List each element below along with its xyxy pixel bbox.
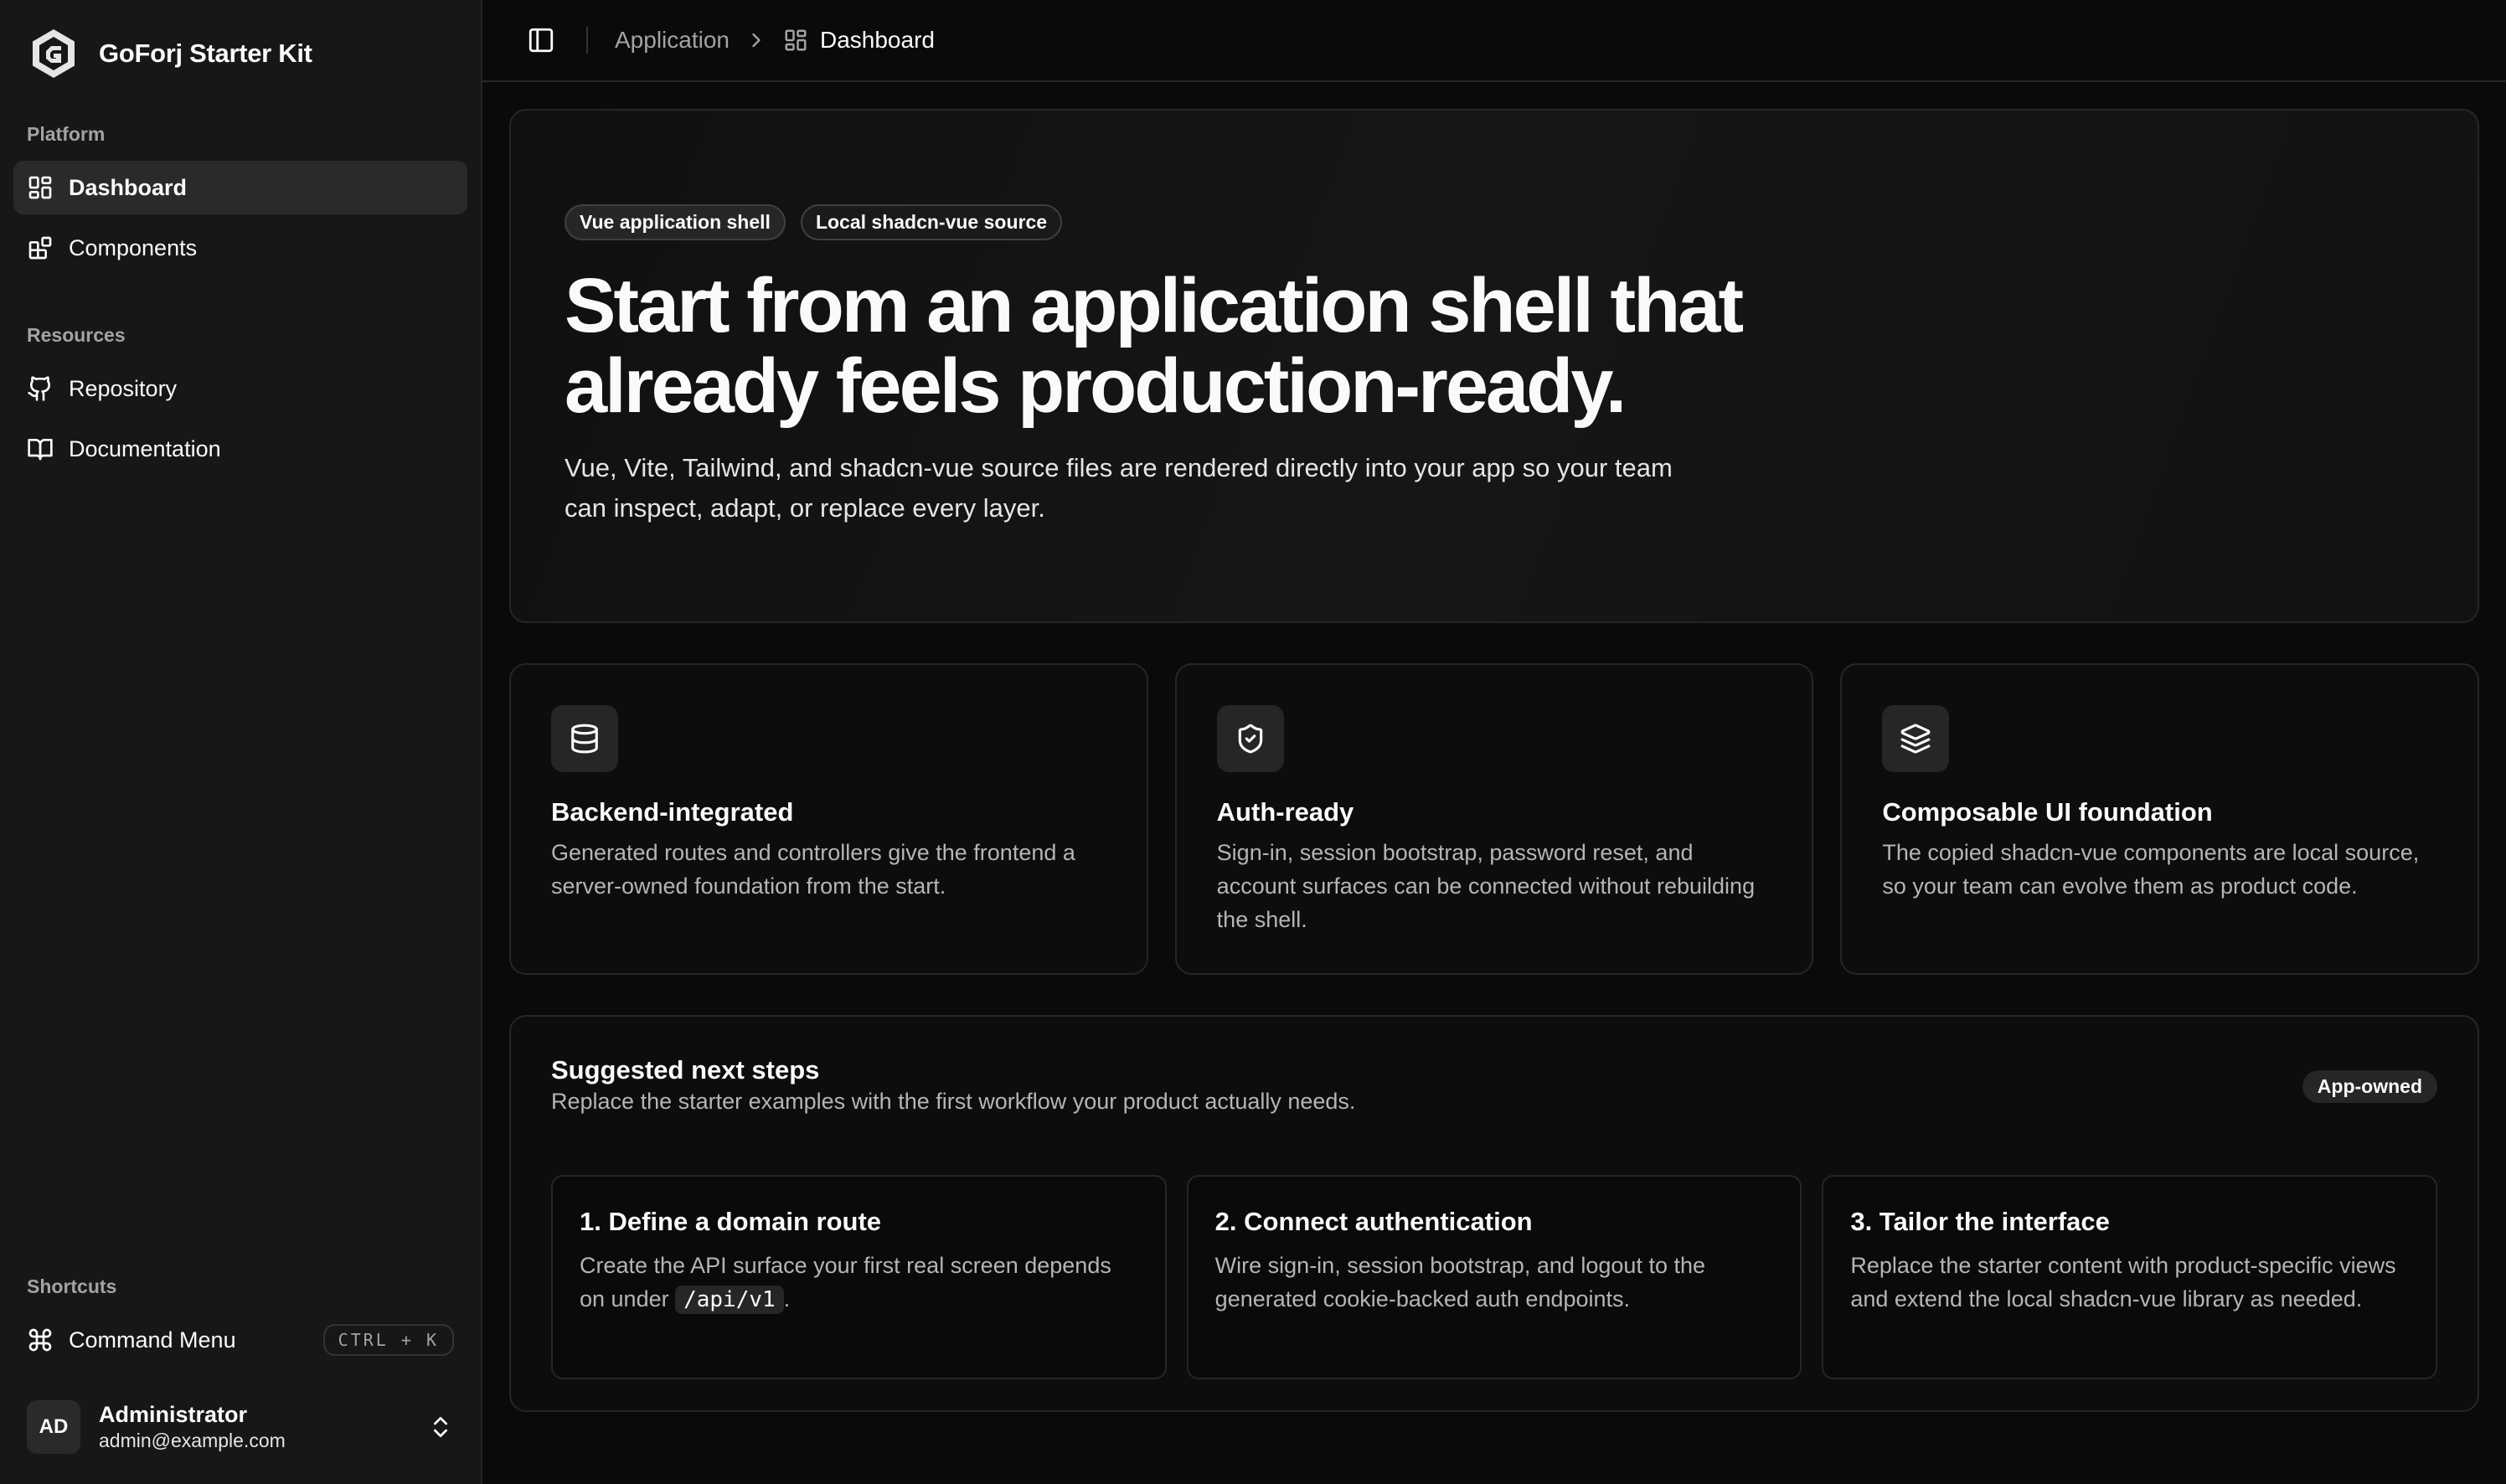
sidebar-item-label: Documentation <box>69 435 221 461</box>
step-card: 3. Tailor the interface Replace the star… <box>1822 1175 2438 1379</box>
topbar: Application Dashboard <box>482 0 2506 82</box>
badge-vue-shell: Vue application shell <box>565 204 786 240</box>
sidebar-item-label: Components <box>69 234 198 260</box>
panel-left-icon <box>529 28 554 53</box>
hero-title: Start from an application shell that alr… <box>565 263 1744 429</box>
feature-card-ui: Composable UI foundation The copied shad… <box>1840 663 2480 975</box>
step-description: Wire sign-in, session bootstrap, and log… <box>1214 1253 1705 1311</box>
sidebar: GoForj Starter Kit Platform Dashboard Co… <box>0 0 482 1484</box>
step-desc-text: Create the API surface your first real s… <box>580 1253 1111 1311</box>
sidebar-item-label: Dashboard <box>69 174 188 200</box>
main-area: Application Dashboard Vue application sh… <box>482 0 2506 1484</box>
app-root: GoForj Starter Kit Platform Dashboard Co… <box>0 0 2506 1484</box>
avatar: AD <box>27 1400 80 1454</box>
feature-card-backend: Backend-integrated Generated routes and … <box>509 663 1148 975</box>
shortcuts-group-label: Shortcuts <box>27 1275 117 1297</box>
hero-card: Vue application shell Local shadcn-vue s… <box>509 109 2479 623</box>
step-description: Replace the starter content with product… <box>1850 1253 2396 1311</box>
next-steps-subtitle: Replace the starter examples with the fi… <box>551 1089 1356 1114</box>
app-name: GoForj Starter Kit <box>99 39 312 68</box>
blocks-icon <box>27 234 54 261</box>
breadcrumb-application[interactable]: Application <box>615 27 730 54</box>
chevrons-up-down-icon <box>427 1414 454 1440</box>
sidebar-item-components[interactable]: Components <box>13 221 467 275</box>
book-open-icon <box>27 435 54 462</box>
feature-description: The copied shadcn-vue components are loc… <box>1882 840 2420 899</box>
layout-grid-icon <box>27 174 54 201</box>
step-desc-end: . <box>783 1286 791 1311</box>
sidebar-toggle-button[interactable] <box>521 20 561 60</box>
topbar-divider <box>586 27 588 54</box>
layers-icon <box>1882 705 1950 772</box>
layout-grid-icon <box>783 28 808 53</box>
user-menu[interactable]: AD Administrator admin@example.com <box>13 1387 467 1467</box>
feature-title: Auth-ready <box>1216 797 1354 827</box>
step-card: 1. Define a domain route Create the API … <box>551 1175 1167 1379</box>
sidebar-item-documentation[interactable]: Documentation <box>13 422 467 476</box>
user-name: Administrator <box>99 1402 248 1427</box>
shortcut-kbd: CTRL + K <box>322 1324 454 1356</box>
feature-description: Generated routes and controllers give th… <box>551 840 1075 899</box>
step-title: 3. Tailor the interface <box>1850 1207 2110 1236</box>
step-title: 1. Define a domain route <box>580 1207 882 1236</box>
feature-title: Composable UI foundation <box>1882 797 2213 827</box>
breadcrumb: Application Dashboard <box>615 27 935 54</box>
sidebar-item-dashboard[interactable]: Dashboard <box>13 161 467 214</box>
step-description: Create the API surface your first real s… <box>580 1249 1138 1317</box>
user-email: admin@example.com <box>99 1430 286 1451</box>
step-title: 2. Connect authentication <box>1214 1207 1533 1236</box>
breadcrumb-dashboard: Dashboard <box>819 27 935 53</box>
database-icon <box>551 705 618 772</box>
goforj-logo-icon <box>27 27 80 80</box>
step-card: 2. Connect authentication Wire sign-in, … <box>1186 1175 1802 1379</box>
feature-description: Sign-in, session bootstrap, password res… <box>1216 840 1756 932</box>
api-path-code: /api/v1 <box>675 1286 784 1314</box>
github-icon <box>27 375 54 402</box>
hero-badges: Vue application shell Local shadcn-vue s… <box>565 204 2424 240</box>
command-icon <box>27 1327 54 1353</box>
sidebar-item-label: Repository <box>69 375 178 401</box>
next-steps-header: Suggested next steps Replace the starter… <box>551 1055 2437 1115</box>
sidebar-item-repository[interactable]: Repository <box>13 362 467 415</box>
dashboard-content: Vue application shell Local shadcn-vue s… <box>482 82 2506 1412</box>
feature-cards: Backend-integrated Generated routes and … <box>509 663 2480 975</box>
badge-shadcn-source: Local shadcn-vue source <box>800 204 1063 240</box>
next-steps-title: Suggested next steps <box>551 1055 820 1085</box>
shield-check-icon <box>1216 705 1284 772</box>
next-steps-card: Suggested next steps Replace the starter… <box>509 1015 2479 1412</box>
platform-group-label: Platform <box>27 122 106 145</box>
app-owned-badge: App-owned <box>2302 1070 2437 1103</box>
feature-title: Backend-integrated <box>551 797 794 827</box>
brand[interactable]: GoForj Starter Kit <box>13 13 467 94</box>
hero-description: Vue, Vite, Tailwind, and shadcn-vue sour… <box>565 453 1673 523</box>
feature-card-auth: Auth-ready Sign-in, session bootstrap, p… <box>1174 663 1814 975</box>
command-menu-button[interactable]: Command Menu CTRL + K <box>13 1313 467 1367</box>
command-menu-label: Command Menu <box>69 1327 236 1353</box>
next-steps-list: 1. Define a domain route Create the API … <box>551 1175 2438 1379</box>
chevron-right-icon <box>745 28 768 52</box>
resources-group-label: Resources <box>27 323 126 346</box>
user-info: Administrator admin@example.com <box>99 1402 286 1452</box>
